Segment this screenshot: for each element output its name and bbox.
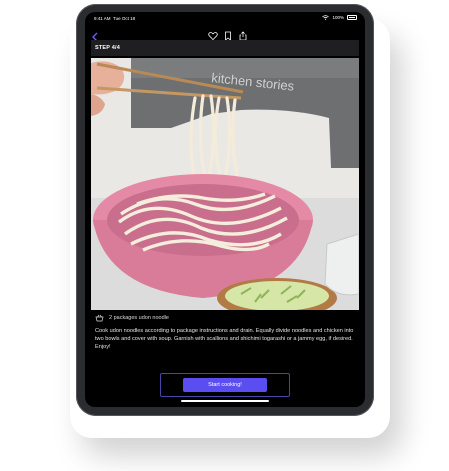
battery-icon [347,15,357,20]
status-time-text: 9:41 AM [94,16,111,21]
step-instructions: Cook udon noodles according to package i… [95,328,354,351]
status-date: Tue Oct 18 [113,16,136,21]
app-screen: 9:41 AM Tue Oct 18 100% STEP 4/4 kitchen… [85,12,365,407]
wifi-icon [322,15,330,20]
basket-icon [95,314,104,322]
ingredient-row: 2 packages udon noodle [95,314,169,322]
status-time: 9:41 AM Tue Oct 18 [94,16,135,21]
udon-photo-illustration: kitchen stories [91,58,359,310]
battery-percent: 100% [332,15,344,20]
ingredient-text: 2 packages udon noodle [109,315,169,321]
start-cooking-button[interactable]: Start cooking! [183,378,267,392]
status-bar: 9:41 AM Tue Oct 18 100% [85,12,365,26]
status-right: 100% [322,15,357,20]
step-label: STEP 4/4 [95,45,121,51]
home-indicator[interactable] [181,400,269,402]
step-header: STEP 4/4 [91,40,359,56]
recipe-photo: kitchen stories [91,58,359,310]
cta-container: Start cooking! [160,373,290,397]
